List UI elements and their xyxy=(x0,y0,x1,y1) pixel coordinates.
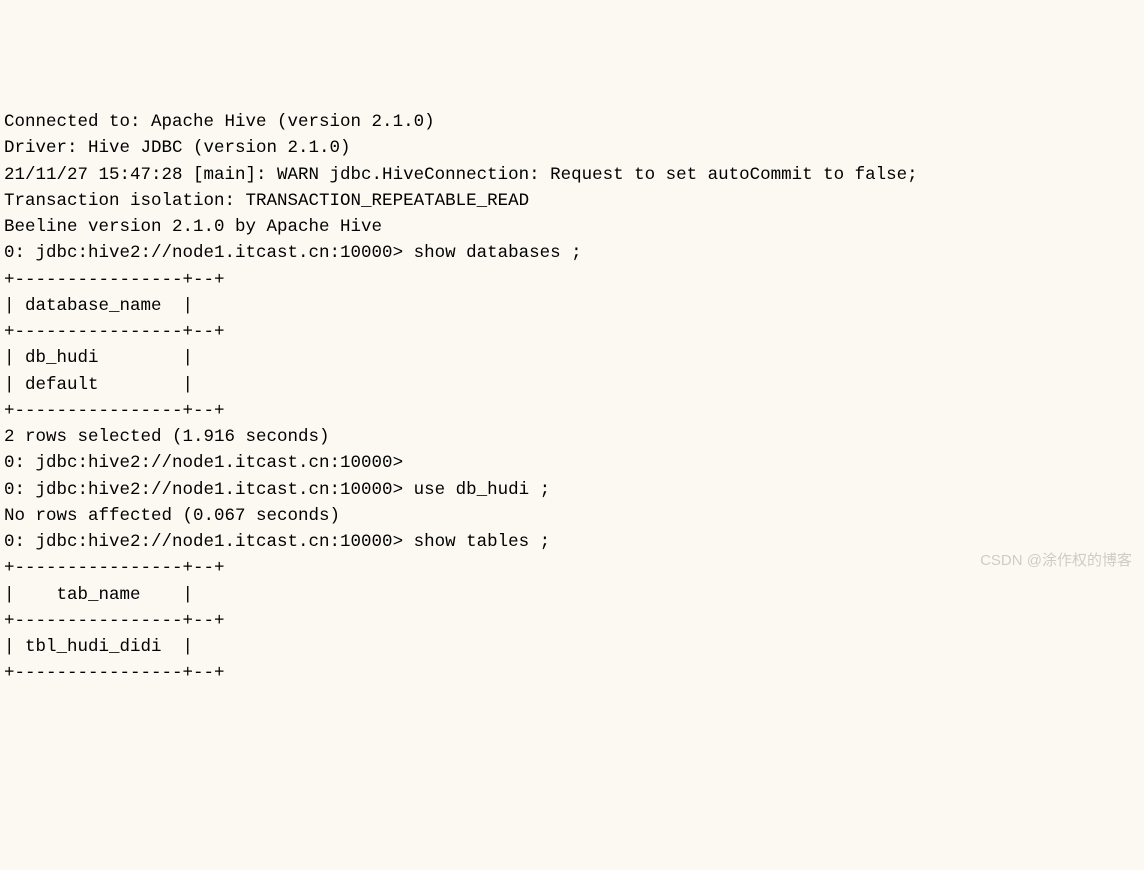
table-border: +----------------+--+ xyxy=(4,267,1140,293)
table-border: +----------------+--+ xyxy=(4,319,1140,345)
table-row-db-hudi: | db_hudi | xyxy=(4,345,1140,371)
terminal-line-warn: 21/11/27 15:47:28 [main]: WARN jdbc.Hive… xyxy=(4,162,1140,188)
table-row-tbl-hudi-didi: | tbl_hudi_didi | xyxy=(4,634,1140,660)
terminal-line-prompt-use-db: 0: jdbc:hive2://node1.itcast.cn:10000> u… xyxy=(4,477,1140,503)
terminal-line-prompt-show-databases: 0: jdbc:hive2://node1.itcast.cn:10000> s… xyxy=(4,240,1140,266)
table-border: +----------------+--+ xyxy=(4,660,1140,686)
terminal-line-connected: Connected to: Apache Hive (version 2.1.0… xyxy=(4,109,1140,135)
table-border: +----------------+--+ xyxy=(4,398,1140,424)
terminal-line-beeline-version: Beeline version 2.1.0 by Apache Hive xyxy=(4,214,1140,240)
terminal-line-no-rows: No rows affected (0.067 seconds) xyxy=(4,503,1140,529)
table-header-tab-name: | tab_name | xyxy=(4,582,1140,608)
terminal-line-prompt-show-tables: 0: jdbc:hive2://node1.itcast.cn:10000> s… xyxy=(4,529,1140,555)
terminal-line-rows-selected: 2 rows selected (1.916 seconds) xyxy=(4,424,1140,450)
table-header-database-name: | database_name | xyxy=(4,293,1140,319)
table-border: +----------------+--+ xyxy=(4,608,1140,634)
terminal-line-isolation: Transaction isolation: TRANSACTION_REPEA… xyxy=(4,188,1140,214)
terminal-line-driver: Driver: Hive JDBC (version 2.1.0) xyxy=(4,135,1140,161)
terminal-line-prompt-empty: 0: jdbc:hive2://node1.itcast.cn:10000> xyxy=(4,450,1140,476)
table-border: +----------------+--+ xyxy=(4,555,1140,581)
table-row-default: | default | xyxy=(4,372,1140,398)
